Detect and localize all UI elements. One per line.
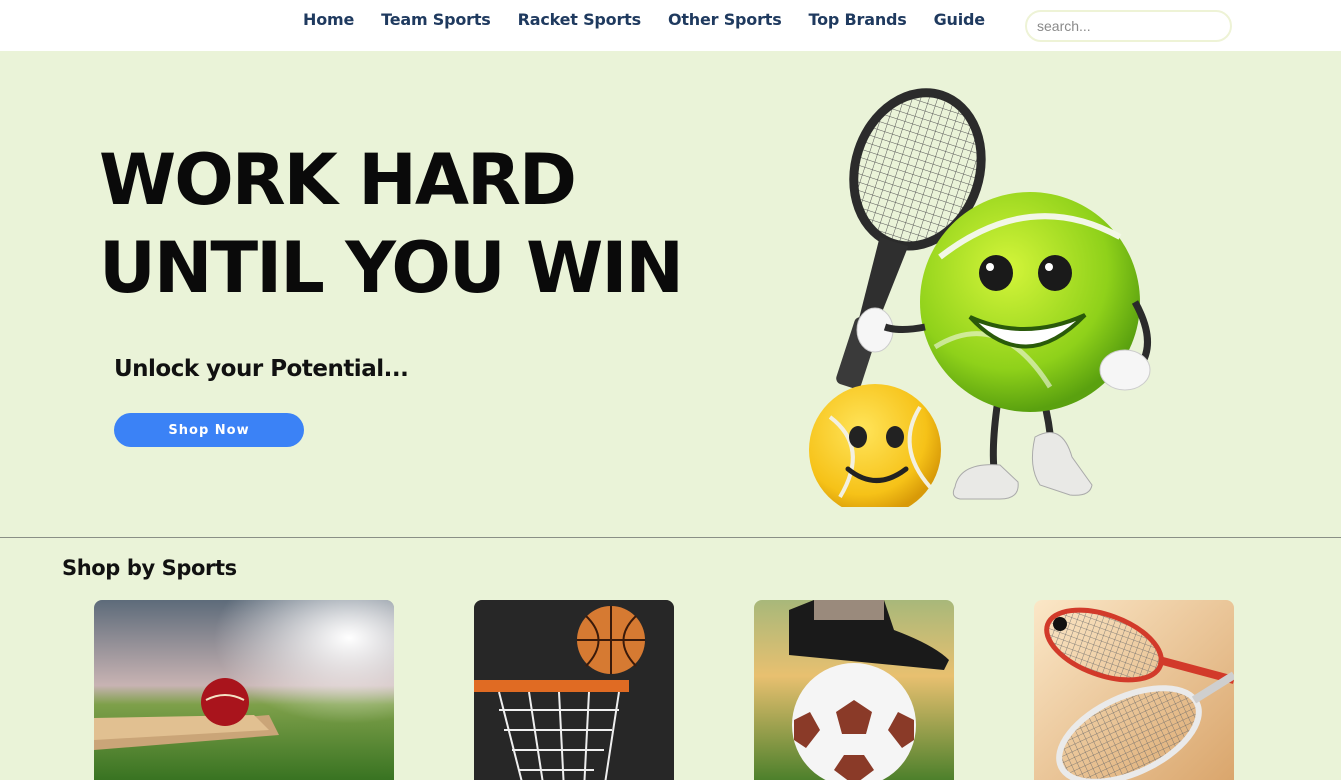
hero-headline: WORK HARD UNTIL YOU WIN: [99, 136, 684, 312]
shop-now-button[interactable]: Shop Now: [114, 413, 304, 447]
nav-racket-sports[interactable]: Racket Sports: [518, 10, 642, 29]
football-image: [754, 600, 954, 780]
hero-section: WORK HARD UNTIL YOU WIN Unlock your Pote…: [0, 51, 1341, 537]
sport-card-squash[interactable]: [1034, 600, 1234, 780]
sport-card-cricket[interactable]: [94, 600, 394, 780]
tennis-mascot-illustration: [809, 88, 1151, 507]
nav-top-brands[interactable]: Top Brands: [809, 10, 907, 29]
search-input[interactable]: [1025, 10, 1232, 42]
headline-line-2: UNTIL YOU WIN: [99, 227, 684, 309]
shop-by-sports-title: Shop by Sports: [62, 556, 237, 580]
nav-guide[interactable]: Guide: [934, 10, 986, 29]
nav-other-sports[interactable]: Other Sports: [668, 10, 782, 29]
basketball-image: [474, 600, 674, 780]
headline-line-1: WORK HARD: [99, 139, 577, 221]
top-navbar: Home Team Sports Racket Sports Other Spo…: [0, 0, 1341, 51]
nav-team-sports[interactable]: Team Sports: [381, 10, 491, 29]
sport-card-basketball[interactable]: [474, 600, 674, 780]
nav-home[interactable]: Home: [303, 10, 354, 29]
squash-image: [1034, 600, 1234, 780]
sport-card-football[interactable]: [754, 600, 954, 780]
section-divider: [0, 537, 1341, 538]
cricket-image: [94, 600, 394, 780]
nav-links: Home Team Sports Racket Sports Other Spo…: [303, 10, 1012, 29]
hero-subheading: Unlock your Potential...: [114, 356, 409, 382]
